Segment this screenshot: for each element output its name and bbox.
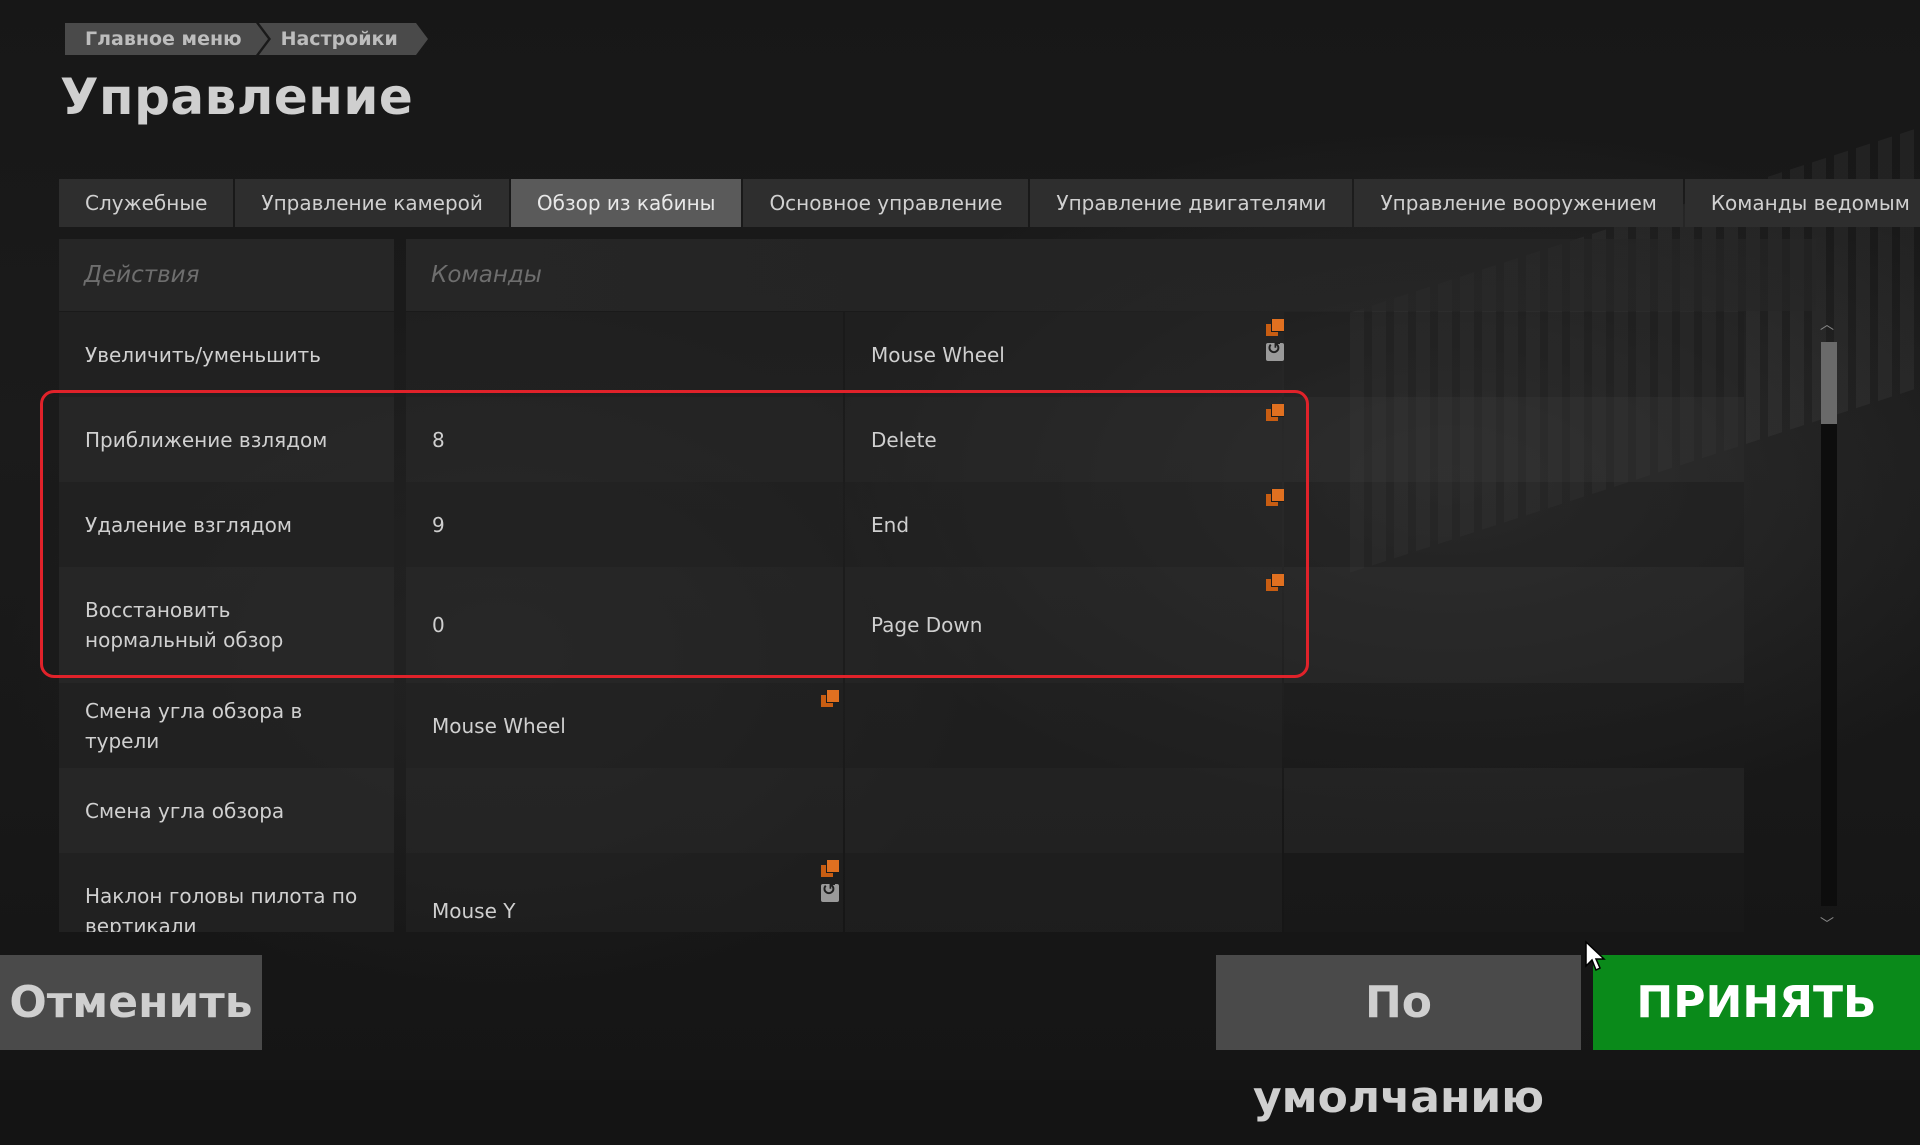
invert-axis-icon[interactable] <box>821 880 839 902</box>
edit-binding-icon[interactable] <box>1266 319 1284 337</box>
scrollbar[interactable]: ︿ ﹀ <box>1819 318 1837 932</box>
key-binding-secondary[interactable]: Mouse Wheel <box>845 312 1282 397</box>
key-binding-tertiary[interactable] <box>1284 683 1744 768</box>
tab-wingman-commands[interactable]: Команды ведомым <box>1684 179 1920 227</box>
column-header-actions: Действия <box>59 239 394 311</box>
key-binding-secondary[interactable] <box>845 683 1282 768</box>
key-binding-tertiary[interactable] <box>1284 853 1744 932</box>
scroll-track[interactable] <box>1821 342 1837 906</box>
key-binding-primary[interactable]: Mouse Y <box>406 853 843 932</box>
table-row: Наклон головы пилота по вертикали Mouse … <box>59 853 1814 932</box>
column-header-commands: Команды <box>406 239 1816 311</box>
key-binding-secondary[interactable] <box>845 768 1282 853</box>
breadcrumb-main-menu[interactable]: Главное меню <box>65 23 271 55</box>
action-label: Смена угла обзора <box>59 768 394 853</box>
page-title: Управление <box>60 68 414 126</box>
tab-cockpit-view[interactable]: Обзор из кабины <box>510 179 742 227</box>
tab-camera-control[interactable]: Управление камерой <box>235 179 509 227</box>
tab-engine-control[interactable]: Управление двигателями <box>1030 179 1353 227</box>
tab-bar: Служебные Управление камерой Обзор из ка… <box>59 179 1920 227</box>
default-button[interactable]: По умолчанию <box>1216 955 1581 1123</box>
cancel-button[interactable]: Отменить <box>0 955 262 1050</box>
edit-binding-icon[interactable] <box>821 860 839 878</box>
key-binding-primary[interactable] <box>406 768 843 853</box>
key-binding-tertiary[interactable] <box>1284 567 1744 683</box>
tab-main-control[interactable]: Основное управление <box>743 179 1029 227</box>
key-binding-tertiary[interactable] <box>1284 312 1744 397</box>
key-binding-tertiary[interactable] <box>1284 768 1744 853</box>
key-binding-tertiary[interactable] <box>1284 482 1744 567</box>
highlight-frame <box>40 390 1309 678</box>
action-label: Смена угла обзора в турели <box>59 683 394 768</box>
breadcrumb: Главное меню Настройки <box>65 23 428 55</box>
accept-button[interactable]: ПРИНЯТЬ <box>1593 955 1920 1050</box>
scroll-down-icon[interactable]: ﹀ <box>1819 918 1835 932</box>
action-label: Наклон головы пилота по вертикали <box>59 853 394 932</box>
tab-service[interactable]: Служебные <box>59 179 234 227</box>
scroll-up-icon[interactable]: ︿ <box>1819 318 1835 332</box>
scroll-thumb[interactable] <box>1821 342 1837 424</box>
table-row: Увеличить/уменьшить Mouse Wheel <box>59 312 1814 397</box>
key-binding-tertiary[interactable] <box>1284 397 1744 482</box>
edit-binding-icon[interactable] <box>821 690 839 708</box>
mouse-cursor-icon <box>1585 940 1606 972</box>
key-binding-secondary[interactable] <box>845 853 1282 932</box>
key-binding-primary[interactable] <box>406 312 843 397</box>
tab-weapon-control[interactable]: Управление вооружением <box>1354 179 1683 227</box>
table-row: Смена угла обзора в турели Mouse Wheel <box>59 683 1814 768</box>
action-label: Увеличить/уменьшить <box>59 312 394 397</box>
key-binding-primary[interactable]: Mouse Wheel <box>406 683 843 768</box>
breadcrumb-settings[interactable]: Настройки <box>258 23 428 55</box>
table-row: Смена угла обзора <box>59 768 1814 853</box>
invert-axis-icon[interactable] <box>1266 339 1284 361</box>
